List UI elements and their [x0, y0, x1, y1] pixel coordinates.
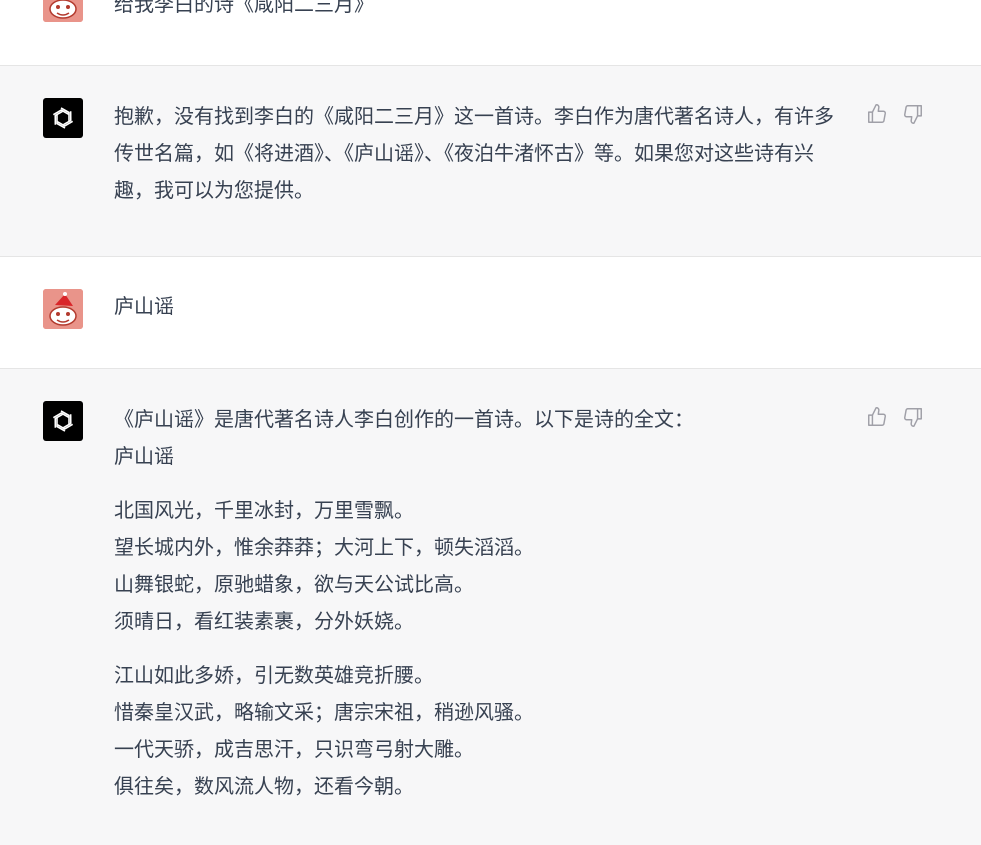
- feedback-buttons: [866, 103, 924, 125]
- poem-line: 望长城内外，惟余莽莽；大河上下，顿失滔滔。: [114, 535, 534, 559]
- openai-logo-icon: [52, 107, 74, 129]
- thumbs-down-icon: [904, 105, 922, 124]
- poem-intro: 《庐山谣》是唐代著名诗人李白创作的一首诗。以下是诗的全文：: [114, 407, 694, 431]
- assistant-message-text: 抱歉，没有找到李白的《咸阳二三月》这一首诗。李白作为唐代著名诗人，有许多传世名篇…: [114, 98, 844, 209]
- thumbs-up-button[interactable]: [866, 406, 888, 428]
- poem-stanza: 江山如此多娇，引无数英雄竞折腰。 惜秦皇汉武，略输文采；唐宗宋祖，稍逊风骚。 一…: [114, 657, 844, 805]
- poem-title: 庐山谣: [114, 444, 174, 468]
- poem-line: 山舞银蛇，原驰蜡象，欲与天公试比高。: [114, 572, 474, 596]
- poem-line: 惜秦皇汉武，略输文采；唐宗宋祖，稍逊风骚。: [114, 700, 534, 724]
- poem-line: 一代天骄，成吉思汗，只识弯弓射大雕。: [114, 737, 474, 761]
- user-avatar-icon: [43, 0, 83, 22]
- poem-stanza: 北国风光，千里冰封，万里雪飘。 望长城内外，惟余莽莽；大河上下，顿失滔滔。 山舞…: [114, 492, 844, 640]
- user-message-text: 庐山谣: [114, 288, 844, 325]
- assistant-message-text: 《庐山谣》是唐代著名诗人李白创作的一首诗。以下是诗的全文： 庐山谣 北国风光，千…: [114, 401, 844, 805]
- user-avatar-icon: [43, 289, 83, 329]
- feedback-buttons: [866, 406, 924, 428]
- poem-line: 须晴日，看红装素裹，分外妖娆。: [114, 609, 414, 633]
- poem-line: 江山如此多娇，引无数英雄竞折腰。: [114, 663, 434, 687]
- message-text: 抱歉，没有找到李白的《咸阳二三月》这一首诗。李白作为唐代著名诗人，有许多传世名篇…: [114, 104, 834, 202]
- message-text: 庐山谣: [114, 294, 174, 318]
- assistant-message-turn: 《庐山谣》是唐代著名诗人李白创作的一首诗。以下是诗的全文： 庐山谣 北国风光，千…: [0, 369, 981, 845]
- openai-logo-icon: [52, 410, 74, 432]
- user-avatar: [43, 0, 83, 22]
- user-message-turn: 给我李白的诗《咸阳二三月》: [0, 0, 981, 65]
- thumbs-down-button[interactable]: [902, 103, 924, 125]
- assistant-avatar: [43, 98, 83, 138]
- poem-line: 北国风光，千里冰封，万里雪飘。: [114, 498, 414, 522]
- assistant-avatar: [43, 401, 83, 441]
- thumbs-up-icon: [868, 407, 886, 426]
- thumbs-down-button[interactable]: [902, 406, 924, 428]
- message-text: 给我李白的诗《咸阳二三月》: [114, 0, 374, 16]
- user-avatar: [43, 289, 83, 329]
- assistant-message-turn: 抱歉，没有找到李白的《咸阳二三月》这一首诗。李白作为唐代著名诗人，有许多传世名篇…: [0, 66, 981, 256]
- thumbs-down-icon: [904, 408, 922, 427]
- thumbs-up-icon: [868, 104, 886, 123]
- user-message-turn: 庐山谣: [0, 257, 981, 368]
- thumbs-up-button[interactable]: [866, 103, 888, 125]
- user-message-text: 给我李白的诗《咸阳二三月》: [114, 0, 844, 23]
- poem-line: 俱往矣，数风流人物，还看今朝。: [114, 774, 414, 798]
